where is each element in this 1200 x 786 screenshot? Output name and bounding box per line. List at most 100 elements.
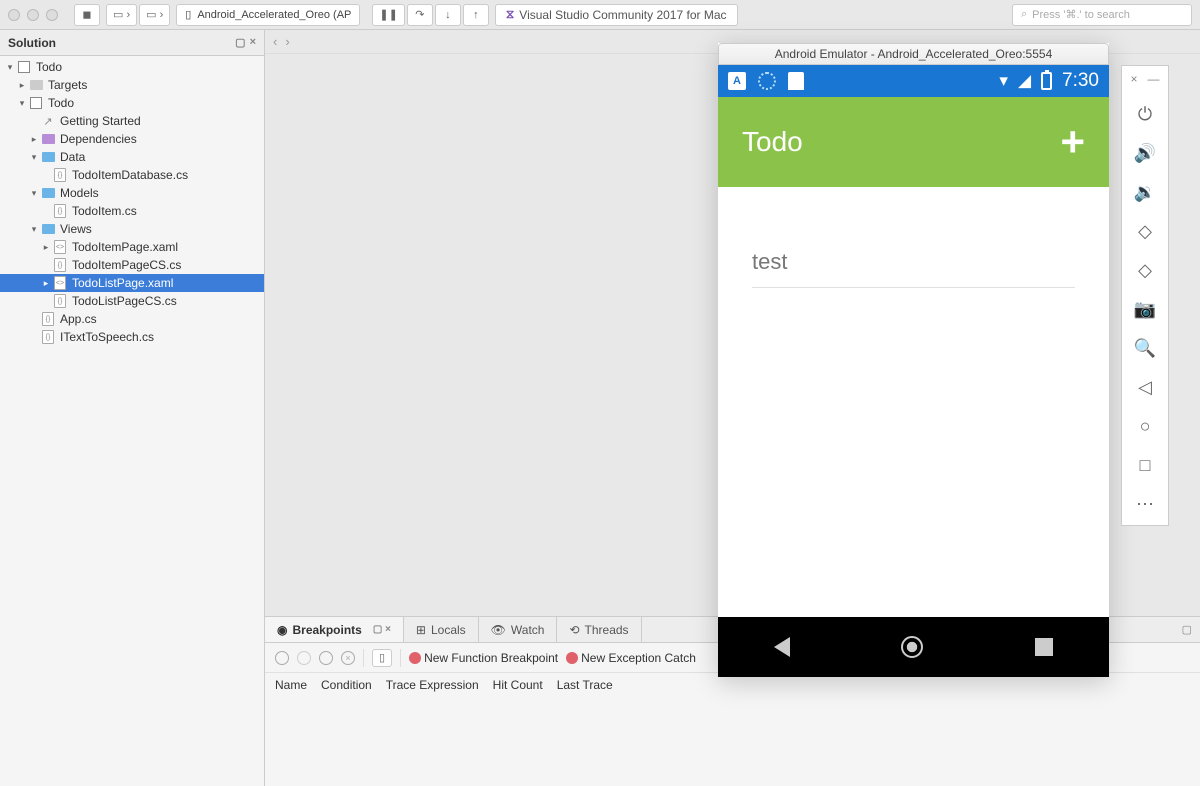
list-item[interactable]: test: [752, 237, 1075, 288]
bp-enable-icon[interactable]: [275, 651, 289, 665]
col-condition[interactable]: Condition: [321, 678, 372, 692]
power-icon[interactable]: ⏻: [1138, 104, 1152, 125]
device-dropdown[interactable]: ▯ Android_Accelerated_Oreo (AP: [176, 4, 360, 26]
panel-dock-icon[interactable]: ▢: [235, 36, 245, 49]
panel-expand-icon[interactable]: ▢: [1174, 617, 1200, 642]
clock-time: 7:30: [1062, 70, 1099, 92]
search-input[interactable]: ⌕ Press '⌘.' to search: [1012, 4, 1192, 26]
tree-item[interactable]: ▸<>TodoListPage.xaml: [0, 274, 264, 292]
tree-root[interactable]: ▾ Todo: [0, 58, 264, 76]
more-icon[interactable]: ⋯: [1136, 494, 1154, 515]
signal-icon: ◢: [1018, 71, 1031, 91]
volume-down-icon[interactable]: 🔉: [1134, 182, 1156, 203]
rotate-right-icon[interactable]: ◇: [1138, 260, 1152, 281]
tree-label: Models: [60, 186, 99, 200]
tree-toggle-icon[interactable]: ▾: [28, 188, 40, 199]
solution-icon: [18, 61, 30, 73]
bp-toggle-icon[interactable]: [319, 651, 333, 665]
tree-item[interactable]: ▾Data: [0, 148, 264, 166]
locals-icon: ⊞: [416, 623, 426, 637]
rotate-left-icon[interactable]: ◇: [1138, 221, 1152, 242]
search-icon: ⌕: [1021, 8, 1027, 21]
tree-label: App.cs: [60, 312, 97, 326]
minimize-window-icon[interactable]: [27, 9, 39, 21]
step-out-button[interactable]: ↑: [463, 4, 489, 26]
new-exception-catchpoint-button[interactable]: New Exception Catch: [566, 651, 696, 665]
tree-item[interactable]: ▸ Targets: [0, 76, 264, 94]
tree-label: TodoItemPage.xaml: [72, 240, 178, 254]
tree-label: Targets: [48, 78, 87, 92]
zoom-window-icon[interactable]: [46, 9, 58, 21]
tree-item[interactable]: ▾Views: [0, 220, 264, 238]
app-toolbar: Todo +: [718, 97, 1109, 187]
pause-button[interactable]: ❚❚: [372, 4, 404, 26]
col-last-trace[interactable]: Last Trace: [557, 678, 613, 692]
tab-breakpoints[interactable]: ◉ Breakpoints ▢ ×: [265, 617, 404, 642]
tab-locals[interactable]: ⊞ Locals: [404, 617, 479, 642]
csharp-file-icon: {}: [54, 294, 66, 308]
tab-label: Watch: [511, 623, 545, 637]
folder-icon: [42, 188, 55, 198]
tab-threads[interactable]: ⟲ Threads: [557, 617, 641, 642]
zoom-icon[interactable]: 🔍: [1134, 338, 1156, 359]
platform-button[interactable]: ▭ ›: [139, 4, 170, 26]
tree-item[interactable]: {}TodoItemPageCS.cs: [0, 256, 264, 274]
tree-item[interactable]: ↗Getting Started: [0, 112, 264, 130]
device-icon: ▯: [185, 8, 191, 21]
nav-back-icon[interactable]: ‹: [273, 34, 277, 49]
close-window-icon[interactable]: [8, 9, 20, 21]
stop-button[interactable]: ◼: [74, 4, 100, 26]
camera-icon[interactable]: 📷: [1134, 299, 1156, 320]
add-button[interactable]: +: [1060, 118, 1085, 166]
tree-toggle-icon[interactable]: ▾: [4, 62, 16, 73]
new-function-breakpoint-button[interactable]: New Function Breakpoint: [409, 651, 558, 665]
tree-label: TodoItemPageCS.cs: [72, 258, 181, 272]
tab-label: Locals: [431, 623, 466, 637]
panel-close-icon[interactable]: ×: [250, 36, 256, 49]
tab-watch[interactable]: 👁 Watch: [479, 617, 558, 642]
tree-label: TodoListPageCS.cs: [72, 294, 177, 308]
tab-label: Breakpoints: [292, 623, 361, 637]
col-trace-expr[interactable]: Trace Expression: [386, 678, 479, 692]
tab-label: Threads: [585, 623, 629, 637]
tab-dock-icon[interactable]: ▢ ×: [373, 624, 391, 635]
tree-item[interactable]: ▾Todo: [0, 94, 264, 112]
tree-toggle-icon[interactable]: ▾: [28, 152, 40, 163]
tree-toggle-icon[interactable]: ▸: [16, 80, 28, 91]
emu-close-icon[interactable]: ×: [1130, 72, 1137, 86]
tree-item[interactable]: ▸Dependencies: [0, 130, 264, 148]
step-into-button[interactable]: ↓: [435, 4, 461, 26]
tree-toggle-icon[interactable]: ▸: [40, 242, 52, 253]
bp-goto-icon[interactable]: ▯: [372, 649, 392, 667]
col-name[interactable]: Name: [275, 678, 307, 692]
app-body: test: [718, 187, 1109, 617]
emu-back-icon[interactable]: ◁: [1138, 377, 1152, 398]
emulator-titlebar[interactable]: Android Emulator - Android_Accelerated_O…: [718, 43, 1109, 65]
tree-item[interactable]: {}TodoItem.cs: [0, 202, 264, 220]
sdcard-icon: [788, 72, 804, 90]
tree-item[interactable]: {}TodoItemDatabase.cs: [0, 166, 264, 184]
emu-overview-icon[interactable]: □: [1140, 455, 1151, 476]
tree-item[interactable]: {}App.cs: [0, 310, 264, 328]
step-over-button[interactable]: ↷: [407, 4, 433, 26]
back-button[interactable]: [774, 637, 790, 657]
tree-toggle-icon[interactable]: ▸: [28, 134, 40, 145]
nav-forward-icon[interactable]: ›: [285, 34, 289, 49]
tree-item[interactable]: {} TodoListPageCS.cs: [0, 292, 264, 310]
tree-item[interactable]: {}ITextToSpeech.cs: [0, 328, 264, 346]
recents-button[interactable]: [1035, 638, 1053, 656]
tree-toggle-icon[interactable]: ▾: [16, 98, 28, 109]
volume-up-icon[interactable]: 🔊: [1134, 143, 1156, 164]
app-title: Visual Studio Community 2017 for Mac: [519, 8, 726, 22]
emu-home-icon[interactable]: ○: [1140, 416, 1151, 437]
bp-delete-icon[interactable]: ×: [341, 651, 355, 665]
col-hit-count[interactable]: Hit Count: [493, 678, 543, 692]
config-button[interactable]: ▭ ›: [106, 4, 137, 26]
home-button[interactable]: [901, 636, 923, 658]
tree-item[interactable]: ▸<>TodoItemPage.xaml: [0, 238, 264, 256]
tree-toggle-icon[interactable]: ▾: [28, 224, 40, 235]
bp-disable-icon[interactable]: [297, 651, 311, 665]
tree-toggle-icon[interactable]: ▸: [40, 278, 52, 289]
tree-item[interactable]: ▾ Models: [0, 184, 264, 202]
emu-minimize-icon[interactable]: —: [1148, 72, 1160, 86]
